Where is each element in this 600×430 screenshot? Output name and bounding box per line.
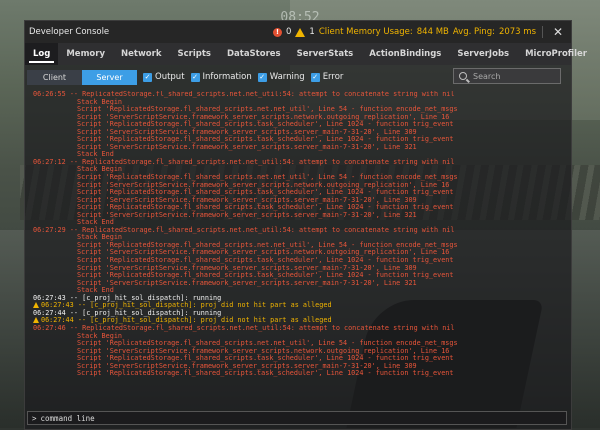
client-server-toggle: Client Server [27,69,137,85]
log-search[interactable] [453,68,561,84]
memory-usage-label: Client Memory Usage: [318,27,413,37]
information-filter-label: Information [202,72,252,82]
titlebar-divider [542,26,543,38]
warning-icon [33,317,39,324]
warning-filter[interactable]: ✓ Warning [257,72,305,82]
tab-serverstats[interactable]: ServerStats [289,43,362,65]
tab-datastores[interactable]: DataStores [219,43,289,65]
server-toggle-button[interactable]: Server [82,69,137,85]
tab-microprofiler[interactable]: MicroProfiler [517,43,595,65]
ping-value: 2073 ms [498,27,536,37]
log-line-text: Script 'ServerScriptService.framework_se… [77,142,417,151]
developer-console: Developer Console ! 0 1 Client Memory Us… [24,20,587,430]
checkbox-checked-icon[interactable]: ✓ [257,72,267,82]
warning-count-icon[interactable] [295,27,306,37]
warning-count[interactable]: 1 [309,27,314,37]
tab-serverjobs[interactable]: ServerJobs [449,43,517,65]
memory-usage-value: 844 MB [416,27,449,37]
warning-filter-label: Warning [269,72,305,82]
warning-icon [33,302,39,309]
error-filter[interactable]: ✓ Error [310,72,344,82]
log-filters: Client Server ✓ Output ✓ Information ✓ W… [25,65,571,89]
checkbox-checked-icon[interactable]: ✓ [190,72,200,82]
search-icon [459,72,467,80]
information-filter[interactable]: ✓ Information [190,72,252,82]
log-line-trace: Script 'ReplicatedStorage.fl_shared_scri… [33,369,567,378]
tab-network[interactable]: Network [113,43,169,65]
output-filter-label: Output [155,72,185,82]
console-titlebar[interactable]: Developer Console ! 0 1 Client Memory Us… [25,21,571,43]
tab-actionbindings[interactable]: ActionBindings [361,43,449,65]
checkbox-checked-icon[interactable]: ✓ [143,72,152,82]
command-prompt: > [32,413,37,423]
close-icon[interactable]: ✕ [549,23,567,41]
log-output[interactable]: 06:26:55 -- ReplicatedStorage.fl_shared_… [33,91,567,417]
tab-memory[interactable]: Memory [58,43,113,65]
error-count-icon[interactable]: ! [272,27,282,37]
client-toggle-button[interactable]: Client [27,69,82,85]
log-line-text: Script 'ServerScriptService.framework_se… [77,278,417,287]
output-filter[interactable]: ✓ Output [143,72,185,82]
console-stats: ! 0 1 Client Memory Usage: 844 MB Avg. P… [272,23,571,41]
ping-label: Avg. Ping: [452,27,495,37]
log-line-text: Script 'ReplicatedStorage.fl_shared_scri… [77,369,454,378]
tab-scripts[interactable]: Scripts [169,43,218,65]
search-input[interactable] [471,70,555,82]
checkbox-checked-icon[interactable]: ✓ [310,72,320,82]
tab-log[interactable]: Log [25,43,59,65]
command-bar[interactable]: > [27,411,567,425]
error-filter-label: Error [322,72,344,82]
console-tabs: Log Memory Network Scripts DataStores Se… [25,43,587,65]
command-input[interactable] [40,413,441,423]
error-count[interactable]: 0 [286,27,291,37]
log-line-text: Script 'ServerScriptService.framework_se… [77,210,417,219]
console-title: Developer Console [29,27,110,37]
